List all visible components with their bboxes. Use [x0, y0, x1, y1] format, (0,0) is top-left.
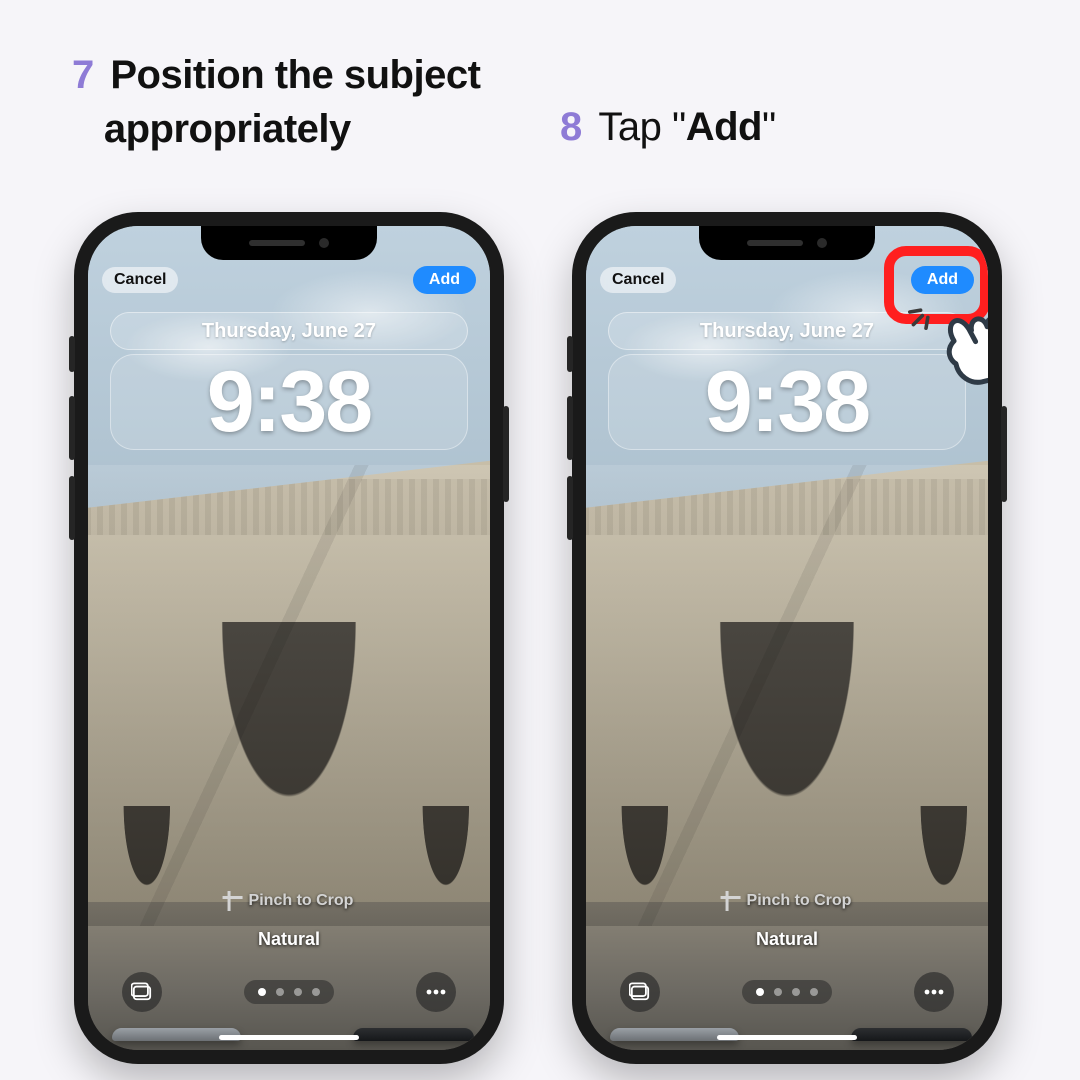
editor-navbar: Cancel Add	[600, 262, 974, 298]
volume-down	[567, 476, 573, 540]
cancel-button[interactable]: Cancel	[102, 267, 178, 293]
mute-switch	[567, 336, 573, 372]
lockscreen-time[interactable]: 9:38	[608, 354, 966, 450]
step-7-text-line2: appropriately	[104, 107, 351, 151]
more-button[interactable]	[914, 972, 954, 1012]
volume-up	[567, 396, 573, 460]
wallpaper-monument	[88, 448, 490, 959]
power-button	[503, 406, 509, 502]
add-button[interactable]: Add	[911, 266, 974, 294]
pinch-to-crop-label: Pinch to Crop	[249, 892, 354, 910]
phone-notch	[201, 226, 377, 260]
lockscreen-date[interactable]: Thursday, June 27	[110, 312, 468, 350]
volume-up	[69, 396, 75, 460]
step-8-add-bold: Add	[686, 105, 762, 149]
wallpaper-filter-label[interactable]: Natural	[756, 929, 818, 950]
step-8-prefix: Tap	[598, 105, 672, 149]
pager-dot-1	[756, 988, 764, 996]
step-8-instruction: 8 Tap "Add"	[560, 100, 1030, 154]
pinch-to-crop-label: Pinch to Crop	[747, 892, 852, 910]
pinch-to-crop-hint: Pinch to Crop	[225, 892, 354, 910]
lockscreen-editor[interactable]: Cancel Add Thursday, June 27 9:38 Pinch …	[586, 226, 988, 1050]
volume-down	[69, 476, 75, 540]
speaker-slit	[747, 240, 803, 246]
filter-pager[interactable]	[244, 980, 334, 1004]
car-2	[851, 1028, 972, 1041]
editor-bottom-bar	[88, 972, 490, 1012]
photos-button[interactable]	[122, 972, 162, 1012]
pager-dot-3	[294, 988, 302, 996]
more-button[interactable]	[416, 972, 456, 1012]
filter-pager[interactable]	[742, 980, 832, 1004]
front-camera-icon	[319, 238, 329, 248]
lockscreen-editor[interactable]: Cancel Add Thursday, June 27 9:38 Pinch …	[88, 226, 490, 1050]
iphone-mockup-step8: Cancel Add Thursday, June 27 9:38 Pinch …	[572, 212, 1002, 1064]
cancel-button[interactable]: Cancel	[600, 267, 676, 293]
editor-navbar: Cancel Add	[102, 262, 476, 298]
pager-dot-1	[258, 988, 266, 996]
add-button[interactable]: Add	[413, 266, 476, 294]
wallpaper-filter-label[interactable]: Natural	[258, 929, 320, 950]
mute-switch	[69, 336, 75, 372]
speaker-slit	[249, 240, 305, 246]
iphone-mockup-step7: Cancel Add Thursday, June 27 9:38 Pinch …	[74, 212, 504, 1064]
lockscreen-date[interactable]: Thursday, June 27	[608, 312, 966, 350]
pager-dot-4	[312, 988, 320, 996]
more-icon	[923, 988, 945, 996]
pinch-to-crop-hint: Pinch to Crop	[723, 892, 852, 910]
pager-dot-2	[276, 988, 284, 996]
front-camera-icon	[817, 238, 827, 248]
crop-icon	[723, 893, 739, 909]
lockscreen-time[interactable]: 9:38	[110, 354, 468, 450]
step-8-quote-open: "	[672, 105, 686, 149]
step-7-number: 7	[72, 53, 94, 97]
photos-button[interactable]	[620, 972, 660, 1012]
crop-icon	[225, 893, 241, 909]
pager-dot-3	[792, 988, 800, 996]
pager-dot-2	[774, 988, 782, 996]
power-button	[1001, 406, 1007, 502]
home-indicator[interactable]	[219, 1035, 359, 1040]
home-indicator[interactable]	[717, 1035, 857, 1040]
step-7-instruction: 7 Position the subject appropriately	[72, 48, 502, 156]
step-8-number: 8	[560, 105, 582, 149]
more-icon	[425, 988, 447, 996]
editor-bottom-bar	[586, 972, 988, 1012]
photos-icon	[131, 982, 153, 1002]
photos-icon	[629, 982, 651, 1002]
pager-dot-4	[810, 988, 818, 996]
step-7-text-line1: Position the subject	[110, 53, 480, 97]
phone-notch	[699, 226, 875, 260]
step-8-quote-close: "	[762, 105, 776, 149]
wallpaper-monument	[586, 448, 988, 959]
car-2	[353, 1028, 474, 1041]
